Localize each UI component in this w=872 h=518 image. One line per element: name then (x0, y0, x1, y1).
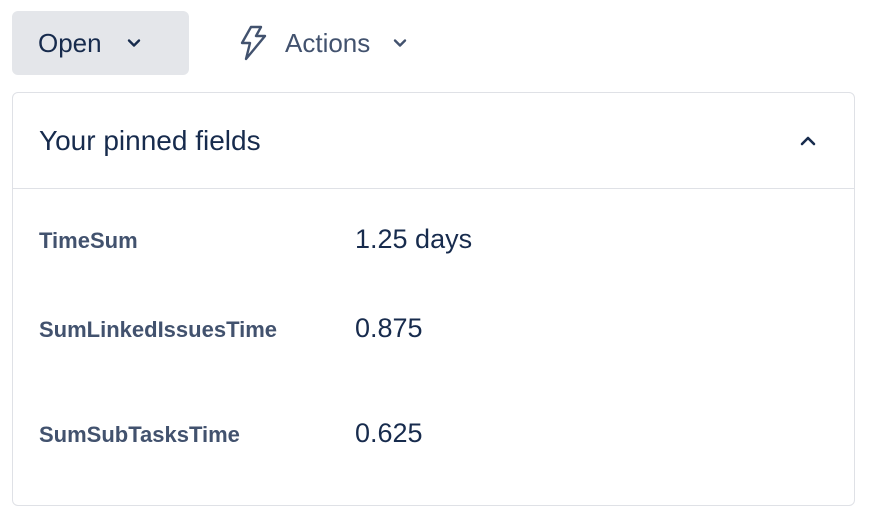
actions-label: Actions (285, 27, 371, 58)
actions-dropdown-button[interactable]: Actions (225, 11, 420, 75)
status-label: Open (38, 27, 102, 58)
status-dropdown-button[interactable]: Open (12, 11, 189, 75)
field-label: SumSubTasksTime (39, 422, 240, 447)
panel-title: Your pinned fields (39, 124, 261, 156)
field-label: SumLinkedIssuesTime (39, 317, 278, 342)
lightning-bolt-icon (237, 25, 267, 61)
field-value[interactable]: 0.875 (355, 313, 423, 344)
chevron-down-icon (392, 35, 408, 51)
pinned-fields-header[interactable]: Your pinned fields (13, 93, 854, 189)
pinned-fields-panel: Your pinned fields TimeSum 1.25 days Sum… (12, 92, 855, 506)
issue-toolbar: Open Actions (12, 11, 420, 75)
field-value[interactable]: 0.625 (355, 418, 423, 449)
chevron-up-icon[interactable] (796, 129, 820, 153)
field-value[interactable]: 1.25 days (355, 224, 472, 255)
chevron-down-icon (126, 35, 142, 51)
field-label: TimeSum (39, 228, 138, 253)
